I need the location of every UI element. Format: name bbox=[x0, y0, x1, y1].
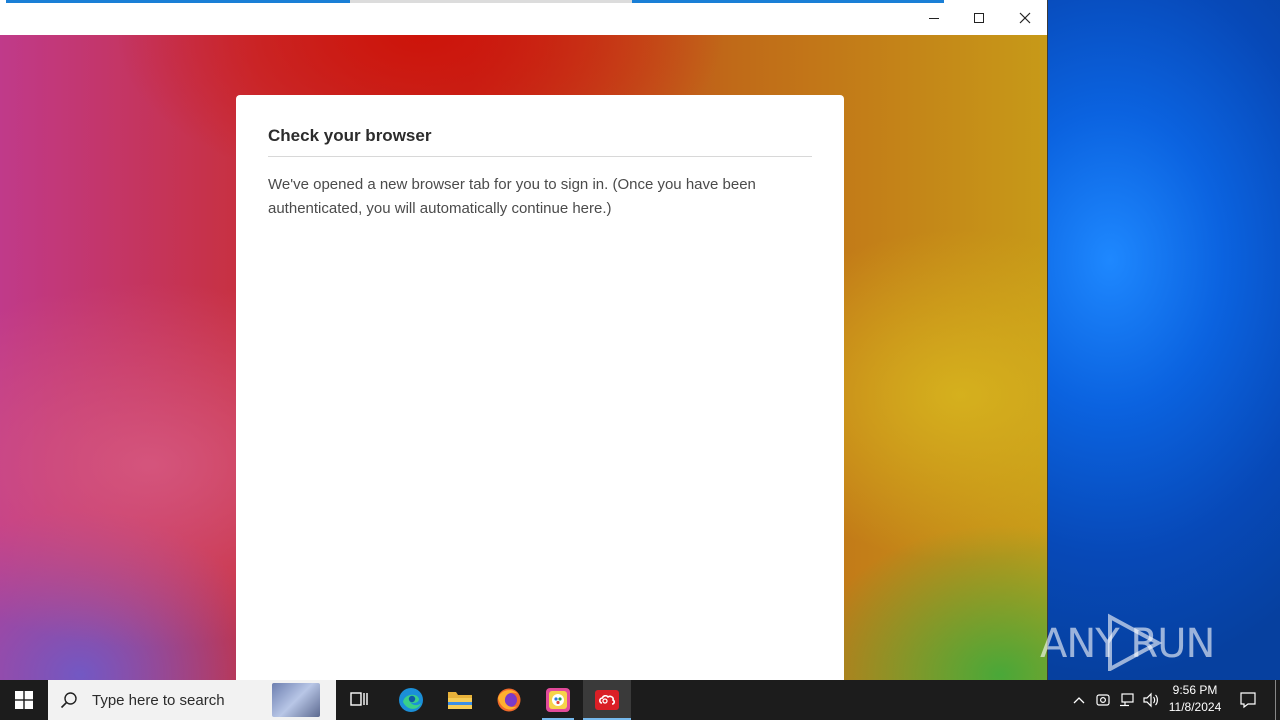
taskbar-app-paint[interactable] bbox=[534, 680, 582, 720]
app-content-background: Check your browser We've opened a new br… bbox=[0, 35, 1047, 680]
anyrun-watermark: ANY RUN bbox=[1040, 608, 1240, 674]
taskbar-app-firefox[interactable] bbox=[485, 680, 533, 720]
taskbar-clock[interactable]: 9:56 PM 11/8/2024 bbox=[1164, 682, 1226, 718]
dialog-title: Check your browser bbox=[268, 126, 432, 145]
firefox-icon bbox=[497, 688, 521, 712]
tray-meet-now[interactable] bbox=[1092, 680, 1114, 720]
task-view-button[interactable] bbox=[336, 680, 384, 720]
action-center-button[interactable] bbox=[1228, 680, 1268, 720]
taskbar-app-creative-cloud[interactable] bbox=[583, 680, 631, 720]
loading-progress-track bbox=[6, 0, 632, 3]
clock-date: 11/8/2024 bbox=[1168, 700, 1222, 714]
paint-icon bbox=[546, 688, 570, 712]
volume-icon bbox=[1143, 692, 1158, 708]
watermark-logo: ANY RUN bbox=[1040, 613, 1215, 671]
windows-logo-icon bbox=[15, 691, 33, 709]
tray-volume[interactable] bbox=[1140, 680, 1162, 720]
close-icon bbox=[1019, 12, 1031, 23]
creative-cloud-icon bbox=[595, 690, 619, 710]
minimize-icon bbox=[929, 17, 939, 19]
start-button[interactable] bbox=[0, 680, 48, 720]
meet-now-icon bbox=[1096, 694, 1110, 706]
network-icon bbox=[1120, 693, 1134, 707]
loading-progress-fill bbox=[6, 0, 351, 3]
tray-network[interactable] bbox=[1116, 680, 1138, 720]
taskbar-app-edge[interactable] bbox=[387, 680, 435, 720]
app-window: Check your browser We've opened a new br… bbox=[0, 0, 1048, 680]
task-view-icon bbox=[350, 692, 368, 706]
clock-time: 9:56 PM bbox=[1172, 683, 1218, 697]
loading-progress-segment bbox=[632, 0, 944, 3]
maximize-icon bbox=[974, 12, 984, 23]
taskbar-search-box[interactable]: Type here to search bbox=[48, 680, 336, 720]
search-highlight-image bbox=[272, 683, 320, 717]
title-bar[interactable] bbox=[0, 0, 1047, 35]
minimize-button[interactable] bbox=[911, 0, 957, 35]
dialog-divider bbox=[268, 156, 812, 157]
taskbar: Type here to search 9:56 PM 11/8/2024 bbox=[0, 680, 1280, 720]
show-hidden-icons-button[interactable] bbox=[1068, 680, 1090, 720]
dialog-body-text: We've opened a new browser tab for you t… bbox=[268, 176, 756, 217]
maximize-button[interactable] bbox=[956, 0, 1002, 35]
close-button[interactable] bbox=[1002, 0, 1047, 35]
search-placeholder: Type here to search bbox=[92, 691, 225, 709]
notification-icon bbox=[1240, 692, 1256, 709]
show-desktop-button[interactable] bbox=[1275, 680, 1276, 720]
taskbar-app-file-explorer[interactable] bbox=[436, 680, 484, 720]
chevron-up-icon bbox=[1073, 697, 1085, 704]
edge-icon bbox=[399, 688, 423, 712]
file-explorer-icon bbox=[448, 692, 472, 709]
sign-in-dialog: Check your browser We've opened a new br… bbox=[236, 95, 844, 680]
search-icon bbox=[60, 692, 77, 709]
